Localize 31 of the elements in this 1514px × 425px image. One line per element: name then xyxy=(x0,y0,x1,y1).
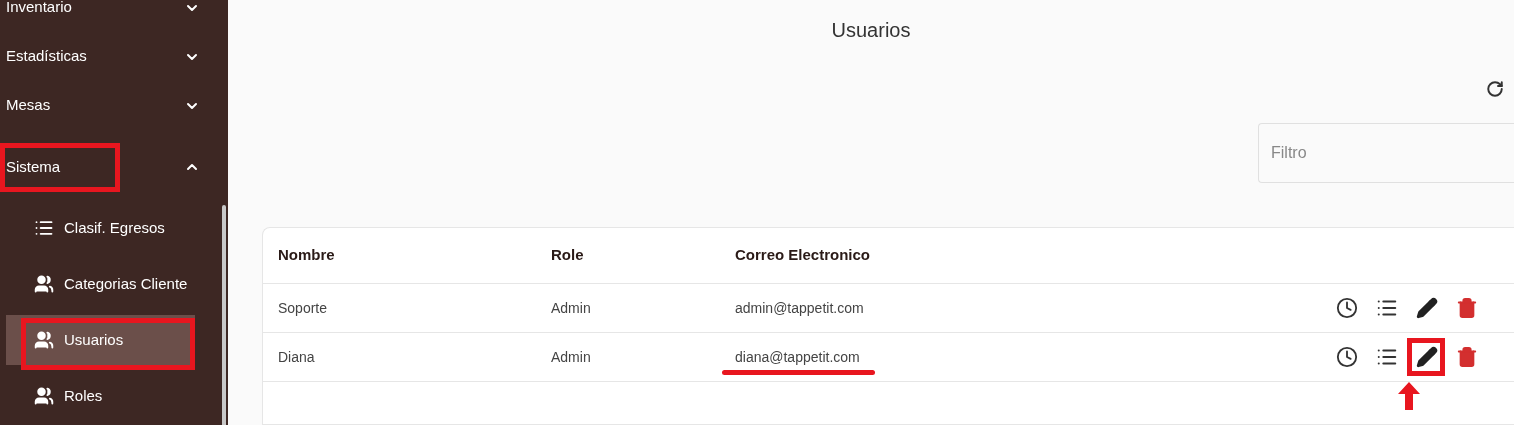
edit-icon[interactable] xyxy=(1416,297,1438,319)
table-cell: Soporte xyxy=(278,299,328,316)
page-title: Usuarios xyxy=(831,18,911,43)
sidebar-item[interactable]: Estadísticas xyxy=(6,45,87,68)
column-header[interactable]: Nombre xyxy=(278,246,335,264)
sidebar-item[interactable]: Clasif. Egresos xyxy=(6,203,195,253)
column-header[interactable]: Correo Electronico xyxy=(735,246,871,264)
list-icon xyxy=(34,218,54,238)
sidebar-item[interactable]: Inventario xyxy=(6,0,72,19)
table-cell: Admin xyxy=(551,299,591,316)
sidebar-item[interactable]: Categorias Cliente xyxy=(6,259,195,309)
people-icon xyxy=(34,386,54,406)
delete-icon[interactable] xyxy=(1456,297,1478,319)
edit-icon[interactable] xyxy=(1416,346,1438,368)
delete-icon[interactable] xyxy=(1456,346,1478,368)
sidebar-item[interactable]: Roles xyxy=(6,371,195,421)
people-icon xyxy=(34,274,54,294)
table-cell: admin@tappetit.com xyxy=(735,299,864,316)
table-cell: Admin xyxy=(551,348,591,365)
column-header[interactable]: Role xyxy=(551,246,584,264)
sidebar-item[interactable]: Mesas xyxy=(6,94,51,117)
people-icon xyxy=(34,330,54,350)
scrollbar[interactable] xyxy=(222,205,226,425)
refresh-icon[interactable] xyxy=(1486,80,1504,98)
clock-icon[interactable] xyxy=(1336,346,1358,368)
clock-icon[interactable] xyxy=(1336,297,1358,319)
table-cell: diana@tappetit.com xyxy=(735,348,860,365)
annotation-arrow xyxy=(1398,382,1420,410)
table-cell: Diana xyxy=(278,348,315,365)
filter-field[interactable]: Filtro xyxy=(1258,123,1514,183)
sidebar-item[interactable]: Sistema xyxy=(6,155,61,179)
